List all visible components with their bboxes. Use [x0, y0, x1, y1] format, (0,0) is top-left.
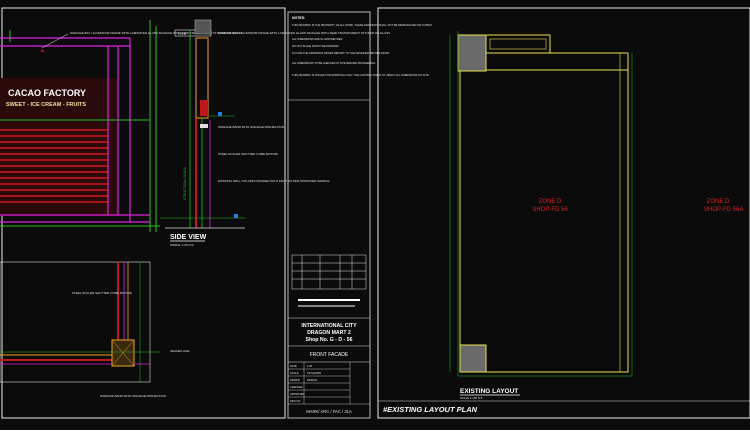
brand-title: CACAO FACTORY — [8, 88, 86, 98]
callout-signage-top: SIGNAGE BAY / ALUMINIUM FRAME WITH LAMIN… — [70, 31, 242, 35]
project-line3: Shop No. G - D - 56 — [306, 337, 353, 343]
note-item: DO NOT SCALE FROM THE DRAWING. — [292, 44, 340, 48]
callout-structural-glass: STRUCTURAL GLASS — [183, 167, 187, 200]
row-label: DRAWN — [290, 378, 300, 382]
callout-signage-band: SIGNAGE BAND WITH SIGNAGE PROJECTION — [218, 125, 284, 129]
shop-label-right: SHOP-FD 56A — [704, 207, 743, 213]
plan-title: EXISTING LAYOUT — [460, 388, 518, 395]
callout-existing-wall: EXISTING WALL COLUMN FINISHED WITH PAINT… — [218, 179, 329, 183]
notes-heading: NOTES: — [292, 16, 305, 20]
callout-roller-shutter-plan: STEEL ROLLER SHUTTER (TUBE MOTOR) — [72, 291, 132, 295]
sheet-banner: #EXISTING LAYOUT PLAN — [383, 405, 478, 414]
side-view-title: SIDE VIEW — [170, 234, 207, 241]
plan-scale: SCALE 1:100 N.S — [460, 396, 483, 400]
drawing-number: MARK/ ARC / FAC / 31A — [306, 409, 352, 414]
note-item: IN CASE THE DRAWINGS DIFFER REPORT TO TH… — [292, 51, 390, 55]
callout-sealed-line: SEALED LINE — [170, 349, 189, 353]
callout-signage-band-plan: SIGNAGE BAND WITH SIGNAGE PROJECTION — [100, 394, 166, 398]
sheet-title: FRONT FACADE — [310, 352, 349, 358]
row-label: DATE — [290, 364, 297, 368]
side-view-scale: SIGNAL 1:25 N.S — [170, 243, 193, 247]
dimension-marker: ▲ — [40, 48, 45, 54]
shop-label-left: SHOP-FD 56 — [532, 207, 568, 213]
title-block-table — [288, 362, 370, 405]
note-item: THIS DRAWING IS ISSUED FOR APPROVAL ONLY… — [292, 73, 430, 77]
section-tag: P.D.D — [178, 32, 187, 36]
note-item: THIS DRAWING IS THE PROPERTY OF ALL WORK… — [292, 23, 433, 27]
zone-label-left: ZONE D — [539, 199, 562, 205]
note-item: ALL DIMENSIONS ARE IN CENTIMETRES. — [292, 37, 343, 41]
row-label: SCALE — [290, 371, 299, 375]
row-value: 1:25 — [307, 364, 313, 368]
row-label: DRG NO. — [290, 399, 301, 403]
side-view-section — [160, 19, 246, 229]
cad-drawing: CACAO FACTORY SWEET - ICE CREAM - FRUITS… — [0, 7, 750, 419]
zone-label-right: ZONE D — [707, 199, 730, 205]
brand-subtitle: SWEET - ICE CREAM - FRUITS — [6, 102, 86, 108]
cad-sheet: CACAO FACTORY SWEET - ICE CREAM - FRUITS… — [0, 0, 750, 430]
row-value: AS SHOWN — [307, 371, 321, 375]
row-value: DESIGN — [307, 378, 317, 382]
callout-signage-side: SIGNAGE BAY / ALUMINIUM FRAME WITH LAMIN… — [218, 31, 390, 35]
row-label: APPROVED — [290, 392, 305, 396]
plan-detail — [0, 261, 160, 383]
callout-roller-shutter: STEEL ROLLER SHUTTER (TUBE MOTOR) — [218, 152, 278, 156]
project-line1: INTERNATIONAL CITY — [301, 323, 357, 329]
revision-grid — [291, 254, 367, 290]
row-label: CHECKED — [290, 385, 303, 389]
project-line2: DRAGON MART 2 — [307, 330, 351, 336]
note-item: ALL DIMENSIONS TO BE CHECKED AT SITE BEF… — [292, 61, 376, 65]
